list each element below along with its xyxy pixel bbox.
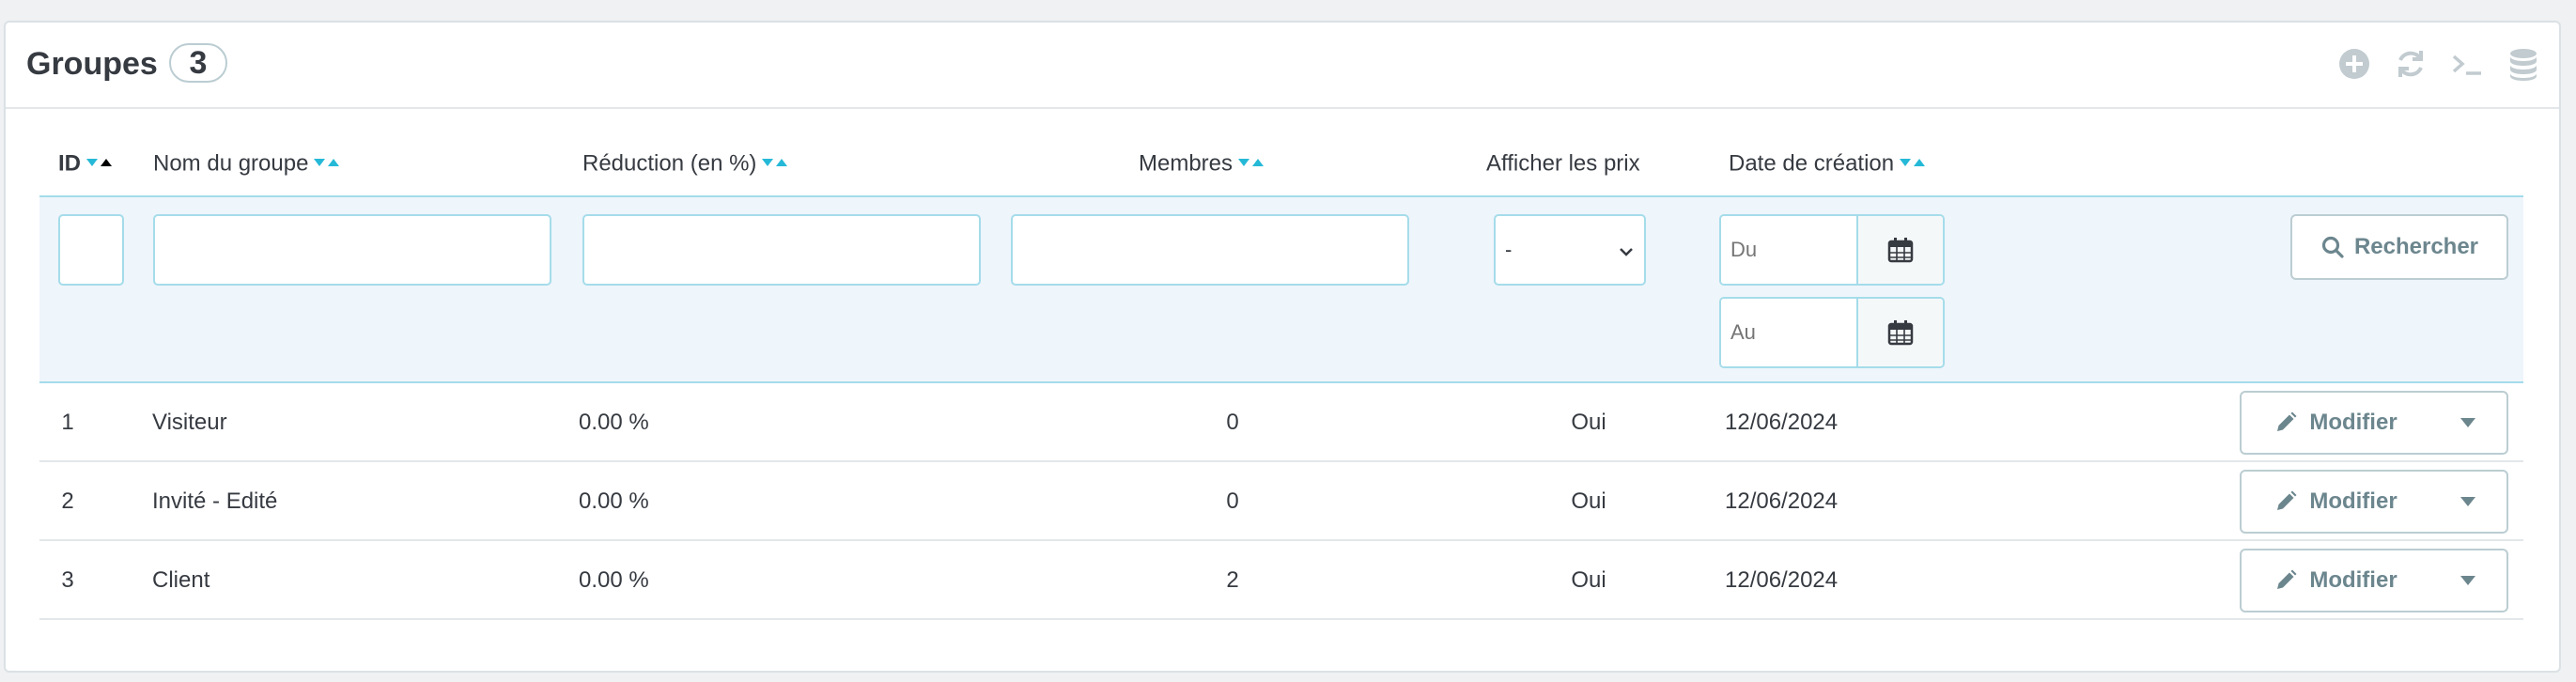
- cell-show-prices: Oui: [1571, 567, 1606, 593]
- cell-date: 12/06/2024: [1725, 567, 1839, 593]
- panel-heading: Groupes 3: [6, 23, 2559, 109]
- search-button[interactable]: Rechercher: [2290, 214, 2508, 280]
- count-badge: 3: [169, 43, 227, 83]
- caret-down-icon: [2460, 418, 2475, 427]
- row-actions: Modifier: [2240, 470, 2508, 534]
- column-name[interactable]: Nom du groupe: [153, 150, 340, 178]
- row-actions-dropdown-toggle[interactable]: [2429, 550, 2506, 611]
- filter-row: - Rechercher: [39, 195, 2523, 383]
- select-value: -: [1505, 238, 1513, 261]
- search-icon: [2321, 236, 2344, 258]
- cell-reduction: 0.00 %: [579, 488, 649, 514]
- sort-asc-icon[interactable]: [1251, 157, 1265, 168]
- calendar-icon: [1887, 320, 1914, 346]
- cell-date: 12/06/2024: [1725, 488, 1839, 514]
- cell-members: 0: [1226, 410, 1239, 435]
- edit-label: Modifier: [2309, 567, 2398, 593]
- cell-name: Client: [152, 567, 210, 593]
- edit-button[interactable]: Modifier: [2242, 393, 2429, 453]
- date-to-input[interactable]: [1721, 299, 1856, 366]
- refresh-icon[interactable]: [2392, 45, 2429, 83]
- column-date[interactable]: Date de création: [1729, 150, 1926, 178]
- cell-members: 2: [1226, 567, 1239, 593]
- row-actions-dropdown-toggle[interactable]: [2429, 393, 2506, 453]
- panel-title: Groupes: [26, 46, 158, 82]
- edit-label: Modifier: [2309, 488, 2398, 514]
- table-row[interactable]: 3 Client 0.00 % 2 Oui 12/06/2024 Modifie…: [39, 541, 2523, 620]
- cell-date: 12/06/2024: [1725, 410, 1839, 435]
- sort-desc-icon[interactable]: [1237, 157, 1250, 168]
- cell-id: 2: [61, 488, 74, 514]
- filter-reduction-input[interactable]: [582, 214, 981, 286]
- table-body: 1 Visiteur 0.00 % 0 Oui 12/06/2024 Modif…: [39, 383, 2523, 620]
- sort-desc-icon[interactable]: [85, 157, 99, 168]
- filter-show-prices-select[interactable]: -: [1494, 214, 1646, 286]
- edit-button[interactable]: Modifier: [2242, 472, 2429, 532]
- column-members[interactable]: Membres: [1139, 150, 1265, 178]
- date-from-calendar-button[interactable]: [1856, 216, 1943, 284]
- pencil-icon: [2277, 569, 2297, 589]
- calendar-icon: [1887, 238, 1914, 263]
- cell-members: 0: [1226, 488, 1239, 514]
- row-actions: Modifier: [2240, 391, 2508, 455]
- cell-id: 1: [61, 410, 74, 435]
- date-to-group: [1719, 297, 1945, 368]
- caret-down-icon: [2460, 576, 2475, 585]
- filter-name-input[interactable]: [153, 214, 551, 286]
- sort-asc-icon[interactable]: [327, 157, 340, 168]
- column-reduction[interactable]: Réduction (en %): [582, 150, 788, 178]
- cell-name: Visiteur: [152, 410, 227, 435]
- date-to-calendar-button[interactable]: [1856, 299, 1943, 366]
- row-actions: Modifier: [2240, 549, 2508, 612]
- date-from-group: [1719, 214, 1945, 286]
- cell-id: 3: [61, 567, 74, 593]
- edit-label: Modifier: [2309, 410, 2398, 435]
- cell-reduction: 0.00 %: [579, 567, 649, 593]
- sort-desc-icon[interactable]: [1899, 157, 1912, 168]
- column-id[interactable]: ID: [58, 150, 113, 178]
- add-icon[interactable]: [2335, 45, 2373, 83]
- sort-desc-icon[interactable]: [313, 157, 326, 168]
- table-row[interactable]: 1 Visiteur 0.00 % 0 Oui 12/06/2024 Modif…: [39, 383, 2523, 462]
- filter-members-input[interactable]: [1011, 214, 1409, 286]
- sort-asc-icon[interactable]: [775, 157, 788, 168]
- sql-icon[interactable]: [2448, 45, 2486, 83]
- database-icon[interactable]: [2505, 45, 2542, 83]
- caret-down-icon: [2460, 497, 2475, 506]
- date-from-input[interactable]: [1721, 216, 1856, 284]
- sort-desc-icon[interactable]: [761, 157, 774, 168]
- sort-asc-icon[interactable]: [1913, 157, 1926, 168]
- search-label: Rechercher: [2353, 234, 2479, 259]
- chevron-down-icon: [1618, 241, 1635, 258]
- cell-show-prices: Oui: [1571, 488, 1606, 514]
- filter-id-input[interactable]: [58, 214, 124, 286]
- table-header: ID Nom du groupe Réduction (en %) Membre…: [39, 141, 2520, 197]
- edit-button[interactable]: Modifier: [2242, 550, 2429, 611]
- sort-asc-icon[interactable]: [100, 157, 113, 168]
- pencil-icon: [2277, 490, 2297, 510]
- row-actions-dropdown-toggle[interactable]: [2429, 472, 2506, 532]
- pencil-icon: [2277, 411, 2297, 431]
- column-show-prices: Afficher les prix: [1486, 150, 1640, 177]
- cell-reduction: 0.00 %: [579, 410, 649, 435]
- table-row[interactable]: 2 Invité - Edité 0.00 % 0 Oui 12/06/2024…: [39, 462, 2523, 541]
- cell-show-prices: Oui: [1571, 410, 1606, 435]
- cell-name: Invité - Edité: [152, 488, 278, 514]
